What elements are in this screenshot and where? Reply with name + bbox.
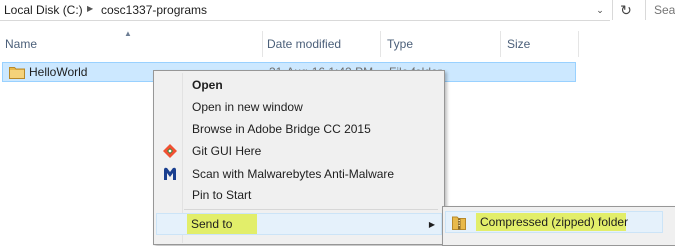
menu-item-browse-adobe-bridge[interactable]: Browse in Adobe Bridge CC 2015	[156, 118, 442, 140]
column-header-type[interactable]: Type	[382, 34, 500, 54]
submenu-arrow-icon: ▶	[428, 220, 435, 229]
git-icon	[163, 144, 177, 158]
menu-item-label: Git GUI Here	[192, 144, 262, 158]
folder-icon	[9, 67, 25, 79]
submenu-item-label: Compressed (zipped) folder	[480, 215, 629, 229]
search-input[interactable]	[646, 0, 675, 19]
chevron-down-icon[interactable]: ⌄	[590, 0, 610, 20]
column-divider[interactable]	[578, 31, 579, 57]
menu-item-open-new-window[interactable]: Open in new window	[156, 96, 442, 118]
menu-item-label: Open	[192, 78, 223, 92]
column-divider[interactable]	[380, 31, 381, 57]
menu-item-git-gui-here[interactable]: Git GUI Here	[156, 140, 442, 162]
menu-separator	[184, 209, 438, 210]
menu-item-open[interactable]: Open	[156, 74, 442, 96]
menu-item-label: Scan with Malwarebytes Anti-Malware	[192, 167, 395, 181]
zip-folder-icon	[452, 216, 466, 230]
menu-item-send-to[interactable]: Send to ▶	[156, 213, 442, 235]
column-header-name[interactable]: Name	[0, 34, 262, 54]
context-menu: Open Open in new window Browse in Adobe …	[153, 70, 445, 245]
malwarebytes-icon	[164, 167, 176, 180]
menu-item-pin-to-start[interactable]: Pin to Start	[156, 184, 442, 206]
file-name: HelloWorld	[29, 65, 88, 79]
menu-item-label: Pin to Start	[192, 188, 252, 202]
refresh-icon: ↻	[620, 1, 632, 18]
menu-item-label: Open in new window	[192, 100, 303, 114]
breadcrumb-cosc1337-programs[interactable]: cosc1337-programs	[101, 3, 207, 17]
breadcrumb-local-disk[interactable]: Local Disk (C:)	[4, 3, 83, 17]
search-box[interactable]	[645, 0, 675, 20]
column-header-date-modified[interactable]: Date modified	[262, 34, 380, 54]
menu-item-label: Browse in Adobe Bridge CC 2015	[192, 122, 371, 136]
column-header-size[interactable]: Size	[502, 34, 578, 54]
menu-item-label: Send to	[191, 217, 233, 231]
chevron-right-icon[interactable]: ▶	[87, 4, 93, 13]
send-to-submenu: Compressed (zipped) folder	[442, 206, 675, 246]
address-bar[interactable]: Local Disk (C:) ▶ cosc1337-programs ⌄	[0, 0, 610, 21]
submenu-item-compressed-folder[interactable]: Compressed (zipped) folder	[445, 211, 663, 233]
column-divider[interactable]	[500, 31, 501, 57]
menu-item-scan-malwarebytes[interactable]: Scan with Malwarebytes Anti-Malware	[156, 163, 442, 185]
refresh-button[interactable]: ↻	[612, 0, 639, 20]
